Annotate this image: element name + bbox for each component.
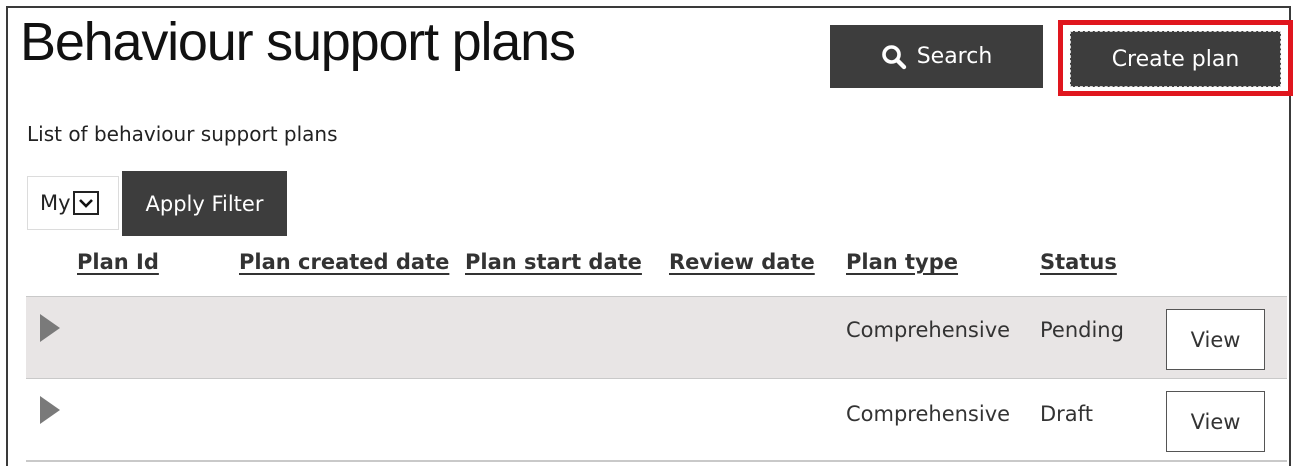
view-plan-button[interactable]: View bbox=[1166, 309, 1265, 370]
create-plan-button[interactable]: Create plan bbox=[1070, 31, 1281, 87]
search-button-label: Search bbox=[916, 44, 993, 69]
filter-selected-value: My bbox=[40, 191, 71, 215]
column-header-status[interactable]: Status bbox=[1040, 250, 1117, 274]
list-caption: List of behaviour support plans bbox=[27, 122, 338, 146]
search-button[interactable]: Search bbox=[830, 25, 1043, 88]
plan-filter-select[interactable]: My bbox=[27, 176, 119, 230]
column-header-plan-id[interactable]: Plan Id bbox=[77, 250, 159, 274]
view-button-label: View bbox=[1190, 409, 1241, 434]
view-button-label: View bbox=[1190, 327, 1241, 352]
column-header-review-date[interactable]: Review date bbox=[669, 250, 815, 274]
plan-type-cell: Comprehensive bbox=[846, 318, 1011, 342]
create-plan-highlight: Create plan bbox=[1058, 20, 1293, 96]
status-cell: Draft bbox=[1040, 402, 1093, 426]
create-plan-label: Create plan bbox=[1111, 46, 1240, 72]
plan-type-cell: Comprehensive bbox=[846, 402, 1011, 426]
apply-filter-label: Apply Filter bbox=[145, 191, 264, 216]
expand-row-icon[interactable] bbox=[40, 314, 60, 342]
column-header-plan-created-date[interactable]: Plan created date bbox=[239, 250, 449, 274]
status-cell: Pending bbox=[1040, 318, 1124, 342]
page-title: Behaviour support plans bbox=[20, 12, 576, 72]
search-icon bbox=[881, 44, 907, 70]
view-plan-button[interactable]: View bbox=[1166, 391, 1265, 452]
chevron-down-icon[interactable] bbox=[72, 191, 99, 215]
table-row: Comprehensive Pending View bbox=[26, 296, 1287, 379]
apply-filter-button[interactable]: Apply Filter bbox=[122, 171, 287, 236]
expand-row-icon[interactable] bbox=[40, 396, 60, 424]
table-row: Comprehensive Draft View bbox=[26, 379, 1287, 462]
column-header-plan-type[interactable]: Plan type bbox=[846, 250, 958, 274]
column-header-plan-start-date[interactable]: Plan start date bbox=[465, 250, 642, 274]
